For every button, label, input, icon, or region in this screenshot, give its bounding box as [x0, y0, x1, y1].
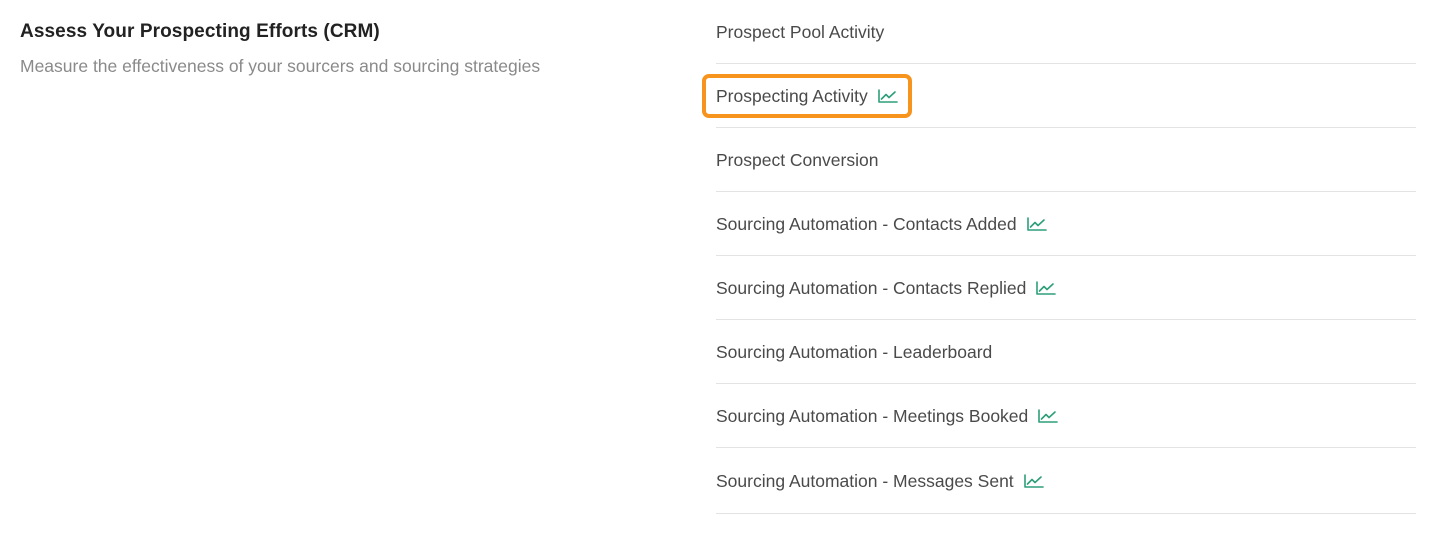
section-title: Assess Your Prospecting Efforts (CRM) — [20, 21, 380, 42]
report-item-meetings-booked[interactable]: Sourcing Automation - Meetings Booked — [716, 384, 1416, 448]
report-link-label[interactable]: Sourcing Automation - Contacts Added — [716, 212, 1017, 236]
chart-trend-icon — [877, 88, 898, 104]
report-item-prospecting-activity[interactable]: Prospecting Activity — [702, 64, 1416, 128]
report-link-label[interactable]: Sourcing Automation - Contacts Replied — [716, 276, 1026, 300]
section-heading: Assess Your Prospecting Efforts (CRM) Me… — [20, 18, 660, 78]
report-item-messages-sent[interactable]: Sourcing Automation - Messages Sent — [716, 448, 1416, 514]
chart-trend-icon — [1026, 216, 1047, 232]
report-link-label[interactable]: Prospecting Activity — [716, 84, 868, 108]
report-item-prospect-pool-activity[interactable]: Prospect Pool Activity — [716, 0, 1416, 64]
highlight-box: Prospecting Activity — [702, 73, 912, 118]
chart-trend-icon — [1023, 473, 1044, 489]
report-link-label[interactable]: Sourcing Automation - Meetings Booked — [716, 404, 1028, 428]
report-link-label[interactable]: Sourcing Automation - Leaderboard — [716, 340, 992, 364]
chart-trend-icon — [1038, 408, 1059, 424]
report-link-label[interactable]: Prospect Conversion — [716, 148, 878, 172]
report-item-contacts-added[interactable]: Sourcing Automation - Contacts Added — [716, 192, 1416, 256]
report-link-label[interactable]: Sourcing Automation - Messages Sent — [716, 469, 1014, 493]
report-link-label[interactable]: Prospect Pool Activity — [716, 20, 884, 44]
report-list: Prospect Pool Activity Prospecting Activ… — [702, 0, 1416, 514]
section-subtitle: Measure the effectiveness of your source… — [20, 56, 541, 76]
report-item-leaderboard[interactable]: Sourcing Automation - Leaderboard — [716, 320, 1416, 384]
report-item-prospect-conversion[interactable]: Prospect Conversion — [716, 128, 1416, 192]
report-item-contacts-replied[interactable]: Sourcing Automation - Contacts Replied — [716, 256, 1416, 320]
chart-trend-icon — [1036, 280, 1057, 296]
